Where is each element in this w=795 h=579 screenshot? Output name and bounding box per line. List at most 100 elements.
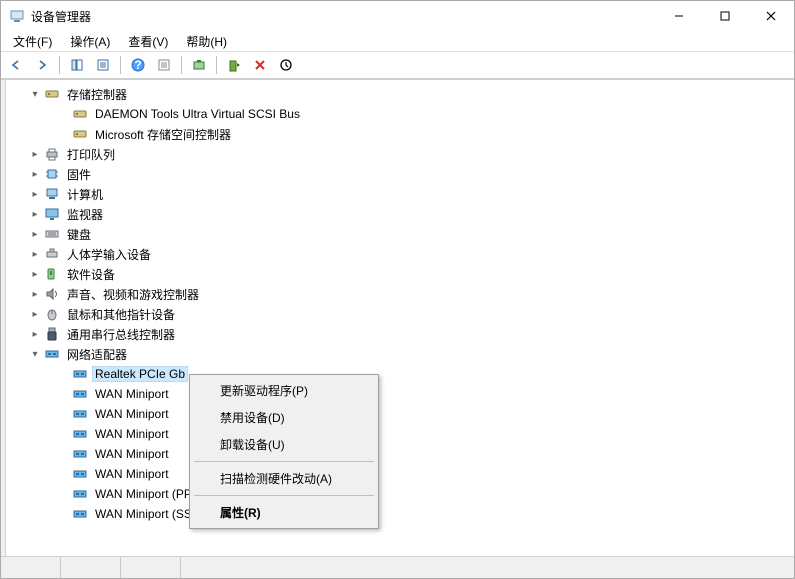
usb-icon	[44, 326, 60, 342]
svg-text:?: ?	[134, 58, 141, 72]
network-adapter-icon	[72, 366, 88, 382]
menu-file[interactable]: 文件(F)	[5, 31, 60, 52]
tree-leaf-wan-miniport[interactable]: WAN Miniport	[6, 444, 794, 464]
tree-node-software-devices[interactable]: ▸ 软件设备	[6, 264, 794, 284]
tree-node-firmware[interactable]: ▸ 固件	[6, 164, 794, 184]
ctx-scan-changes[interactable]: 扫描检测硬件改动(A)	[192, 465, 376, 492]
tree-node-hid[interactable]: ▸ 人体学输入设备	[6, 244, 794, 264]
network-adapter-icon	[72, 466, 88, 482]
tree-node-monitor[interactable]: ▸ 监视器	[6, 204, 794, 224]
ctx-separator	[194, 461, 374, 462]
chevron-right-icon[interactable]: ▸	[28, 227, 42, 241]
tree-node-computer[interactable]: ▸ 计算机	[6, 184, 794, 204]
status-segment	[61, 557, 121, 578]
status-segment	[121, 557, 181, 578]
ctx-uninstall-device[interactable]: 卸载设备(U)	[192, 431, 376, 458]
menu-action[interactable]: 操作(A)	[62, 31, 118, 52]
uninstall-button[interactable]	[249, 54, 271, 76]
window-controls	[656, 1, 794, 31]
titlebar: 设备管理器	[1, 1, 794, 31]
status-segment	[181, 557, 794, 578]
chevron-right-icon[interactable]: ▸	[28, 287, 42, 301]
storage-controller-icon	[72, 126, 88, 142]
ctx-update-driver[interactable]: 更新驱动程序(P)	[192, 377, 376, 404]
disable-button[interactable]	[275, 54, 297, 76]
storage-controller-icon	[44, 86, 60, 102]
chevron-down-icon[interactable]: ▾	[28, 87, 42, 101]
menu-help[interactable]: 帮助(H)	[178, 31, 235, 52]
forward-button[interactable]	[31, 54, 53, 76]
chevron-down-icon[interactable]: ▾	[28, 347, 42, 361]
statusbar	[1, 556, 794, 578]
scan-hardware-button[interactable]	[188, 54, 210, 76]
maximize-button[interactable]	[702, 1, 748, 31]
toolbar-separator	[120, 56, 121, 74]
network-adapter-icon	[72, 426, 88, 442]
ctx-disable-device[interactable]: 禁用设备(D)	[192, 404, 376, 431]
tree-leaf-wan-miniport[interactable]: WAN Miniport	[6, 464, 794, 484]
app-icon	[9, 8, 25, 24]
printer-icon	[44, 146, 60, 162]
computer-icon	[44, 186, 60, 202]
tree-leaf-daemon-tools[interactable]: DAEMON Tools Ultra Virtual SCSI Bus	[6, 104, 794, 124]
chevron-right-icon[interactable]: ▸	[28, 247, 42, 261]
content-area: ▾ 存储控制器 DAEMON Tools Ultra Virtual SCSI …	[1, 79, 794, 556]
device-tree[interactable]: ▾ 存储控制器 DAEMON Tools Ultra Virtual SCSI …	[6, 80, 794, 556]
network-adapter-icon	[72, 386, 88, 402]
tree-node-storage-controllers[interactable]: ▾ 存储控制器	[6, 84, 794, 104]
toolbar-separator	[59, 56, 60, 74]
tree-leaf-wan-miniport-sstp[interactable]: WAN Miniport (SSTP)	[6, 504, 794, 524]
storage-controller-icon	[72, 106, 88, 122]
tree-node-usb[interactable]: ▸ 通用串行总线控制器	[6, 324, 794, 344]
chevron-right-icon[interactable]: ▸	[28, 207, 42, 221]
minimize-button[interactable]	[656, 1, 702, 31]
close-button[interactable]	[748, 1, 794, 31]
chevron-right-icon[interactable]: ▸	[28, 307, 42, 321]
hid-icon	[44, 246, 60, 262]
tree-leaf-wan-miniport[interactable]: WAN Miniport	[6, 424, 794, 444]
toolbar: ?	[1, 51, 794, 79]
network-adapter-icon	[72, 486, 88, 502]
device-manager-window: 设备管理器 文件(F) 操作(A) 查看(V) 帮助(H) ?	[0, 0, 795, 579]
update-driver-button[interactable]	[223, 54, 245, 76]
mouse-icon	[44, 306, 60, 322]
chip-icon	[44, 166, 60, 182]
chevron-right-icon[interactable]: ▸	[28, 187, 42, 201]
toolbar-separator	[216, 56, 217, 74]
monitor-icon	[44, 206, 60, 222]
chevron-right-icon[interactable]: ▸	[28, 327, 42, 341]
chevron-right-icon[interactable]: ▸	[28, 147, 42, 161]
toolbar-separator	[181, 56, 182, 74]
show-hide-tree-button[interactable]	[66, 54, 88, 76]
action-list-button[interactable]	[153, 54, 175, 76]
tree-leaf-wan-miniport-pptp[interactable]: WAN Miniport (PPTP)	[6, 484, 794, 504]
tree-node-keyboard[interactable]: ▸ 键盘	[6, 224, 794, 244]
help-button[interactable]: ?	[127, 54, 149, 76]
properties-button[interactable]	[92, 54, 114, 76]
network-adapter-icon	[72, 446, 88, 462]
chevron-right-icon[interactable]: ▸	[28, 267, 42, 281]
chevron-right-icon[interactable]: ▸	[28, 167, 42, 181]
network-adapter-icon	[72, 506, 88, 522]
tree-leaf-ms-storage[interactable]: Microsoft 存储空间控制器	[6, 124, 794, 144]
back-button[interactable]	[5, 54, 27, 76]
menu-view[interactable]: 查看(V)	[120, 31, 176, 52]
tree-node-network-adapters[interactable]: ▾ 网络适配器	[6, 344, 794, 364]
speaker-icon	[44, 286, 60, 302]
menubar: 文件(F) 操作(A) 查看(V) 帮助(H)	[1, 31, 794, 51]
ctx-separator	[194, 495, 374, 496]
network-adapter-icon	[72, 406, 88, 422]
tree-node-sound[interactable]: ▸ 声音、视频和游戏控制器	[6, 284, 794, 304]
keyboard-icon	[44, 226, 60, 242]
context-menu: 更新驱动程序(P) 禁用设备(D) 卸载设备(U) 扫描检测硬件改动(A) 属性…	[189, 374, 379, 529]
tree-leaf-realtek-pcie[interactable]: Realtek PCIe Gb	[6, 364, 794, 384]
network-adapter-icon	[44, 346, 60, 362]
tree-leaf-wan-miniport[interactable]: WAN Miniport	[6, 404, 794, 424]
software-device-icon	[44, 266, 60, 282]
window-title: 设备管理器	[31, 8, 656, 25]
status-segment	[1, 557, 61, 578]
tree-node-mouse[interactable]: ▸ 鼠标和其他指针设备	[6, 304, 794, 324]
ctx-properties[interactable]: 属性(R)	[192, 499, 376, 526]
tree-leaf-wan-miniport[interactable]: WAN Miniport	[6, 384, 794, 404]
tree-node-print-queue[interactable]: ▸ 打印队列	[6, 144, 794, 164]
